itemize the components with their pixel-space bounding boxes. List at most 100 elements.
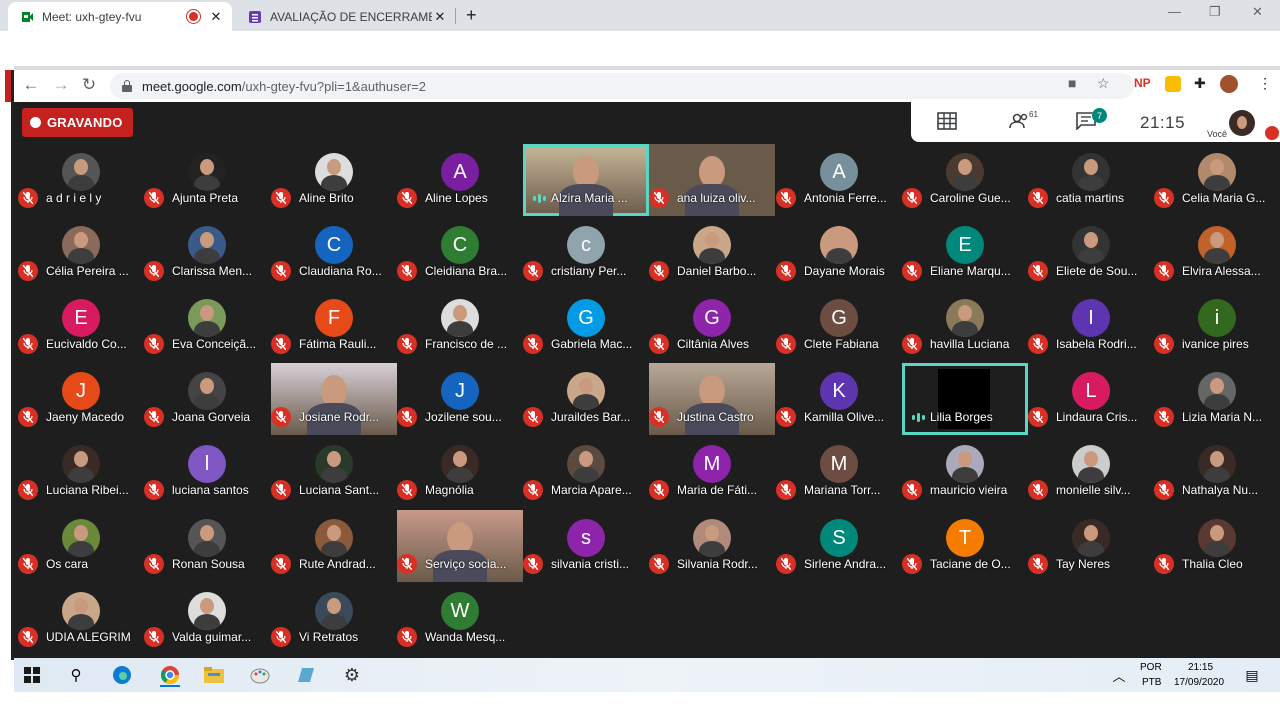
participant-tile[interactable]: Os cara (18, 510, 144, 582)
participant-tile[interactable]: Lilia Borges (902, 363, 1028, 435)
participant-tile[interactable]: A Aline Lopes (397, 144, 523, 216)
participant-tile[interactable]: F Fátima Rauli... (271, 290, 397, 362)
extensions-puzzle-icon[interactable]: ✚ (1194, 75, 1206, 92)
participant-tile[interactable]: l luciana santos (144, 436, 270, 508)
chrome-taskbar-icon[interactable] (160, 665, 180, 687)
participant-tile[interactable]: Vi Retratos (271, 583, 397, 655)
participant-tile[interactable]: Tay Neres (1028, 510, 1154, 582)
participant-tile[interactable]: Ajunta Preta (144, 144, 270, 216)
search-icon[interactable]: ⚲ (66, 665, 86, 685)
participant-tile[interactable]: monielle silv... (1028, 436, 1154, 508)
participant-tile[interactable]: s silvania cristi... (523, 510, 649, 582)
profile-avatar-icon[interactable] (1220, 75, 1238, 93)
maximize-icon[interactable]: ❐ (1209, 4, 1221, 20)
participant-tile[interactable]: J Jaeny Macedo (18, 363, 144, 435)
participant-tile[interactable]: Valda guimar... (144, 583, 270, 655)
participant-tile[interactable]: i ivanice pires (1154, 290, 1280, 362)
grid-layout-icon[interactable] (937, 112, 957, 135)
language-indicator-top[interactable]: POR (1140, 662, 1162, 673)
participant-tile[interactable]: I Isabela Rodri... (1028, 290, 1154, 362)
extension-np-icon[interactable]: NP (1134, 76, 1151, 90)
new-tab-icon[interactable]: + (466, 5, 477, 26)
participant-tile[interactable]: Magnólia (397, 436, 523, 508)
participant-tile[interactable]: Thalia Cleo (1154, 510, 1280, 582)
participant-tile[interactable]: G Gabriela Mac... (523, 290, 649, 362)
show-hidden-icons-chevron-icon[interactable]: ︿ (1109, 665, 1129, 685)
taskbar-date[interactable]: 17/09/2020 (1174, 677, 1224, 688)
participant-tile[interactable]: Dayane Morais (776, 217, 902, 289)
paint-app-icon[interactable] (250, 665, 270, 685)
participant-tile[interactable]: T Taciane de O... (902, 510, 1028, 582)
self-mic-off-icon[interactable] (1265, 126, 1279, 140)
participant-tile[interactable]: C Claudiana Ro... (271, 217, 397, 289)
forward-arrow-icon[interactable]: → (50, 75, 72, 95)
participant-tile[interactable]: Elvira Alessa... (1154, 217, 1280, 289)
participant-tile[interactable]: Serviço socia... (397, 510, 523, 582)
participant-tile[interactable]: G Ciltânia Alves (649, 290, 775, 362)
extension-yellow-icon[interactable] (1165, 76, 1181, 92)
close-tab-icon[interactable]: ✕ (432, 9, 448, 25)
address-bar[interactable]: meet.google.com/uxh-gtey-fvu?pli=1&authu… (110, 73, 1134, 99)
participant-tile[interactable]: Daniel Barbo... (649, 217, 775, 289)
participant-tile[interactable]: Clarissa Men... (144, 217, 270, 289)
participant-tile[interactable]: Nathalya Nu... (1154, 436, 1280, 508)
participant-tile[interactable]: M Maria de Fáti... (649, 436, 775, 508)
participant-tile[interactable]: Celia Maria G... (1154, 144, 1280, 216)
taskbar-time[interactable]: 21:15 (1188, 662, 1213, 673)
participant-tile[interactable]: Célia Pereira ... (18, 217, 144, 289)
tab-avaliacao[interactable]: AVALIAÇÃO DE ENCERRAMENTO ✕ (236, 2, 456, 31)
participant-tile[interactable]: Luciana Sant... (271, 436, 397, 508)
participant-tile[interactable]: E Eucivaldo Co... (18, 290, 144, 362)
participant-tile[interactable]: a d r i e l y (18, 144, 144, 216)
participant-tile[interactable]: UDIA ALEGRIM (18, 583, 144, 655)
participant-tile[interactable]: Eva Conceiçã... (144, 290, 270, 362)
participant-tile[interactable]: K Kamilla Olive... (776, 363, 902, 435)
participant-tile[interactable]: Ronan Sousa (144, 510, 270, 582)
notes-app-icon[interactable] (296, 665, 316, 685)
participant-tile[interactable]: J Jozilene sou... (397, 363, 523, 435)
participant-tile[interactable]: Rute Andrad... (271, 510, 397, 582)
participant-tile[interactable]: E Eliane Marqu... (902, 217, 1028, 289)
participant-tile[interactable]: C Cleidiana Bra... (397, 217, 523, 289)
tab-meet[interactable]: Meet: uxh-gtey-fvu ✕ (8, 2, 232, 31)
reload-icon[interactable]: ↻ (78, 75, 100, 95)
participant-tile[interactable]: Josiane Rodr... (271, 363, 397, 435)
participant-tile[interactable]: Alzira Maria ... (523, 144, 649, 216)
participant-tile[interactable]: S Sirlene Andra... (776, 510, 902, 582)
participant-tile[interactable]: A Antonia Ferre... (776, 144, 902, 216)
participant-tile[interactable]: Juraildes Bar... (523, 363, 649, 435)
back-arrow-icon[interactable]: ← (20, 75, 42, 95)
participant-tile[interactable]: Marcia Apare... (523, 436, 649, 508)
participant-tile[interactable]: Caroline Gue... (902, 144, 1028, 216)
file-explorer-icon[interactable] (204, 665, 224, 685)
participant-tile[interactable]: Aline Brito (271, 144, 397, 216)
participant-tile[interactable]: G Clete Fabiana (776, 290, 902, 362)
participant-tile[interactable]: Luciana Ribei... (18, 436, 144, 508)
language-indicator-bottom[interactable]: PTB (1142, 677, 1161, 688)
notifications-icon[interactable]: ▤ (1242, 665, 1262, 685)
participant-tile[interactable]: c cristiany Per... (523, 217, 649, 289)
close-tab-icon[interactable]: ✕ (208, 9, 224, 25)
menu-dots-icon[interactable]: ⋮ (1258, 75, 1272, 92)
participant-tile[interactable]: L Lindaura Cris... (1028, 363, 1154, 435)
participant-tile[interactable]: Silvania Rodr... (649, 510, 775, 582)
edge-browser-icon[interactable] (112, 665, 132, 685)
camera-permission-icon[interactable]: ■ (1068, 75, 1076, 91)
people-icon[interactable] (1009, 112, 1031, 135)
bookmark-star-icon[interactable]: ☆ (1097, 75, 1110, 92)
minimize-icon[interactable]: — (1168, 4, 1181, 19)
participant-tile[interactable]: W Wanda Mesq... (397, 583, 523, 655)
participant-tile[interactable]: havilla Luciana (902, 290, 1028, 362)
participant-tile[interactable]: Justina Castro (649, 363, 775, 435)
participant-tile[interactable]: M Mariana Torr... (776, 436, 902, 508)
participant-tile[interactable]: Joana Gorveia (144, 363, 270, 435)
participant-tile[interactable]: Eliete de Sou... (1028, 217, 1154, 289)
settings-gear-icon[interactable]: ⚙ (342, 665, 362, 685)
participant-tile[interactable]: Francisco de ... (397, 290, 523, 362)
participant-tile[interactable]: Lizia Maria N... (1154, 363, 1280, 435)
close-window-icon[interactable]: ✕ (1252, 4, 1263, 20)
participant-tile[interactable]: mauricio vieira (902, 436, 1028, 508)
participant-tile[interactable]: catia martins (1028, 144, 1154, 216)
self-video-thumbnail[interactable] (1229, 110, 1255, 136)
participant-tile[interactable]: ana luiza oliv... (649, 144, 775, 216)
